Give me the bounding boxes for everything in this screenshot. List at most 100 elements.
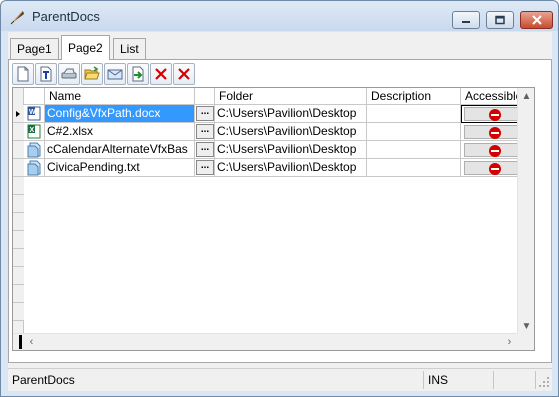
delete-button[interactable] — [150, 63, 172, 85]
row-indicator — [13, 303, 24, 321]
minimize-button[interactable] — [452, 11, 480, 29]
row-indicator — [13, 177, 24, 195]
no-entry-icon — [489, 127, 501, 139]
documents-grid[interactable]: Name Folder Description Accessible W Con… — [12, 87, 535, 351]
name-column-header[interactable]: Name — [45, 88, 195, 105]
title-bar[interactable]: ParentDocs — [1, 1, 558, 31]
accessible-toggle-button[interactable] — [464, 143, 524, 157]
icon-column-header — [24, 88, 45, 105]
new-document-button[interactable] — [12, 63, 34, 85]
ellipsis-cell: ... — [195, 141, 215, 159]
status-bar: ParentDocs INS — [8, 368, 552, 390]
tab-page2[interactable]: Page2 — [61, 35, 110, 60]
row-indicator — [13, 123, 24, 141]
email-button[interactable] — [104, 63, 126, 85]
resize-grip-icon[interactable] — [538, 376, 550, 388]
browse-file-button[interactable]: ... — [196, 106, 214, 121]
ellipsis-cell: ... — [195, 159, 215, 177]
delete-all-button[interactable] — [173, 63, 195, 85]
folder-cell[interactable]: C:\Users\Pavilion\Desktop — [215, 159, 367, 177]
status-text: ParentDocs — [8, 371, 424, 389]
name-cell[interactable]: CivicaPending.txt — [45, 159, 195, 177]
no-entry-icon — [489, 145, 501, 157]
feather-quill-icon — [10, 9, 26, 25]
description-column-header[interactable]: Description — [367, 88, 461, 105]
table-row[interactable]: W Config&VfxPath.docx ... C:\Users\Pavil… — [13, 105, 534, 123]
scanner-icon — [61, 68, 77, 79]
horizontal-scroll-thumb[interactable] — [19, 335, 22, 349]
table-row[interactable]: CivicaPending.txt ... C:\Users\Pavilion\… — [13, 159, 534, 177]
name-cell[interactable]: cCalendarAlternateVfxBas — [45, 141, 195, 159]
insert-mode-indicator: INS — [424, 371, 494, 389]
browse-file-button[interactable]: ... — [196, 160, 214, 175]
minimize-icon — [462, 21, 470, 23]
excel-xlsx-icon: X — [27, 124, 41, 139]
tab-strip: Page1 Page2 List — [8, 35, 552, 60]
scroll-up-arrow-icon[interactable]: ▲ — [518, 88, 534, 105]
close-button[interactable] — [520, 11, 553, 29]
description-cell[interactable] — [367, 123, 461, 141]
delete-all-icon — [178, 68, 190, 80]
file-type-cell: X — [24, 123, 45, 141]
table-row[interactable]: X C#2.xlsx ... C:\Users\Pavilion\Desktop — [13, 123, 534, 141]
accessible-toggle-button[interactable] — [464, 107, 524, 121]
no-entry-icon — [489, 163, 501, 175]
row-indicator — [13, 213, 24, 231]
ellipsis-cell: ... — [195, 123, 215, 141]
maximize-icon — [495, 15, 505, 25]
svg-text:X: X — [30, 127, 35, 134]
table-row[interactable]: cCalendarAlternateVfxBas ... C:\Users\Pa… — [13, 141, 534, 159]
import-icon — [132, 66, 144, 82]
text-document-icon — [40, 66, 52, 82]
scan-button[interactable] — [58, 63, 80, 85]
row-indicator — [13, 231, 24, 249]
description-cell[interactable] — [367, 141, 461, 159]
folder-cell[interactable]: C:\Users\Pavilion\Desktop — [215, 123, 367, 141]
generic-file-icon — [27, 160, 41, 176]
name-cell[interactable]: C#2.xlsx — [45, 123, 195, 141]
tab-page1[interactable]: Page1 — [10, 38, 59, 60]
browse-file-button[interactable]: ... — [196, 142, 214, 157]
row-indicator — [13, 267, 24, 285]
horizontal-scrollbar[interactable]: ‹ › — [13, 333, 518, 350]
open-folder-button[interactable] — [81, 63, 103, 85]
scrollbar-corner — [517, 333, 534, 350]
new-document-icon — [17, 66, 29, 82]
svg-text:W: W — [29, 109, 36, 116]
accessible-toggle-button[interactable] — [464, 125, 524, 139]
status-panel-empty — [494, 371, 536, 389]
row-indicator — [13, 249, 24, 267]
ellipsis-cell: ... — [195, 105, 215, 123]
no-entry-icon — [489, 109, 501, 121]
email-icon — [107, 69, 123, 80]
name-cell[interactable]: Config&VfxPath.docx — [45, 105, 195, 123]
vertical-scrollbar[interactable]: ▲ ▼ — [517, 88, 534, 335]
description-cell[interactable] — [367, 105, 461, 123]
folder-cell[interactable]: C:\Users\Pavilion\Desktop — [215, 141, 367, 159]
import-button[interactable] — [127, 63, 149, 85]
ellipsis-column-header — [195, 88, 215, 105]
maximize-button[interactable] — [486, 11, 514, 29]
text-document-button[interactable] — [35, 63, 57, 85]
folder-cell[interactable]: C:\Users\Pavilion\Desktop — [215, 105, 367, 123]
file-type-cell — [24, 159, 45, 177]
file-type-cell: W — [24, 105, 45, 123]
client-area: Page1 Page2 List Name Folder Description… — [8, 32, 552, 391]
current-row-indicator — [13, 105, 24, 123]
scroll-right-arrow-icon[interactable]: › — [501, 334, 518, 350]
tab-list[interactable]: List — [113, 38, 146, 60]
scroll-left-arrow-icon[interactable]: ‹ — [23, 334, 40, 350]
row-indicator — [13, 159, 24, 177]
row-indicator — [13, 195, 24, 213]
delete-icon — [155, 68, 167, 80]
window-title: ParentDocs — [32, 9, 100, 24]
app-window: ParentDocs Page1 Page2 List Name Folder … — [0, 0, 559, 397]
folder-column-header[interactable]: Folder — [215, 88, 367, 105]
browse-file-button[interactable]: ... — [196, 124, 214, 139]
close-icon — [531, 15, 542, 25]
accessible-toggle-button[interactable] — [464, 161, 524, 175]
file-type-cell — [24, 141, 45, 159]
generic-file-icon — [27, 142, 41, 158]
description-cell[interactable] — [367, 159, 461, 177]
tab-panel-page2: Name Folder Description Accessible W Con… — [8, 59, 552, 363]
